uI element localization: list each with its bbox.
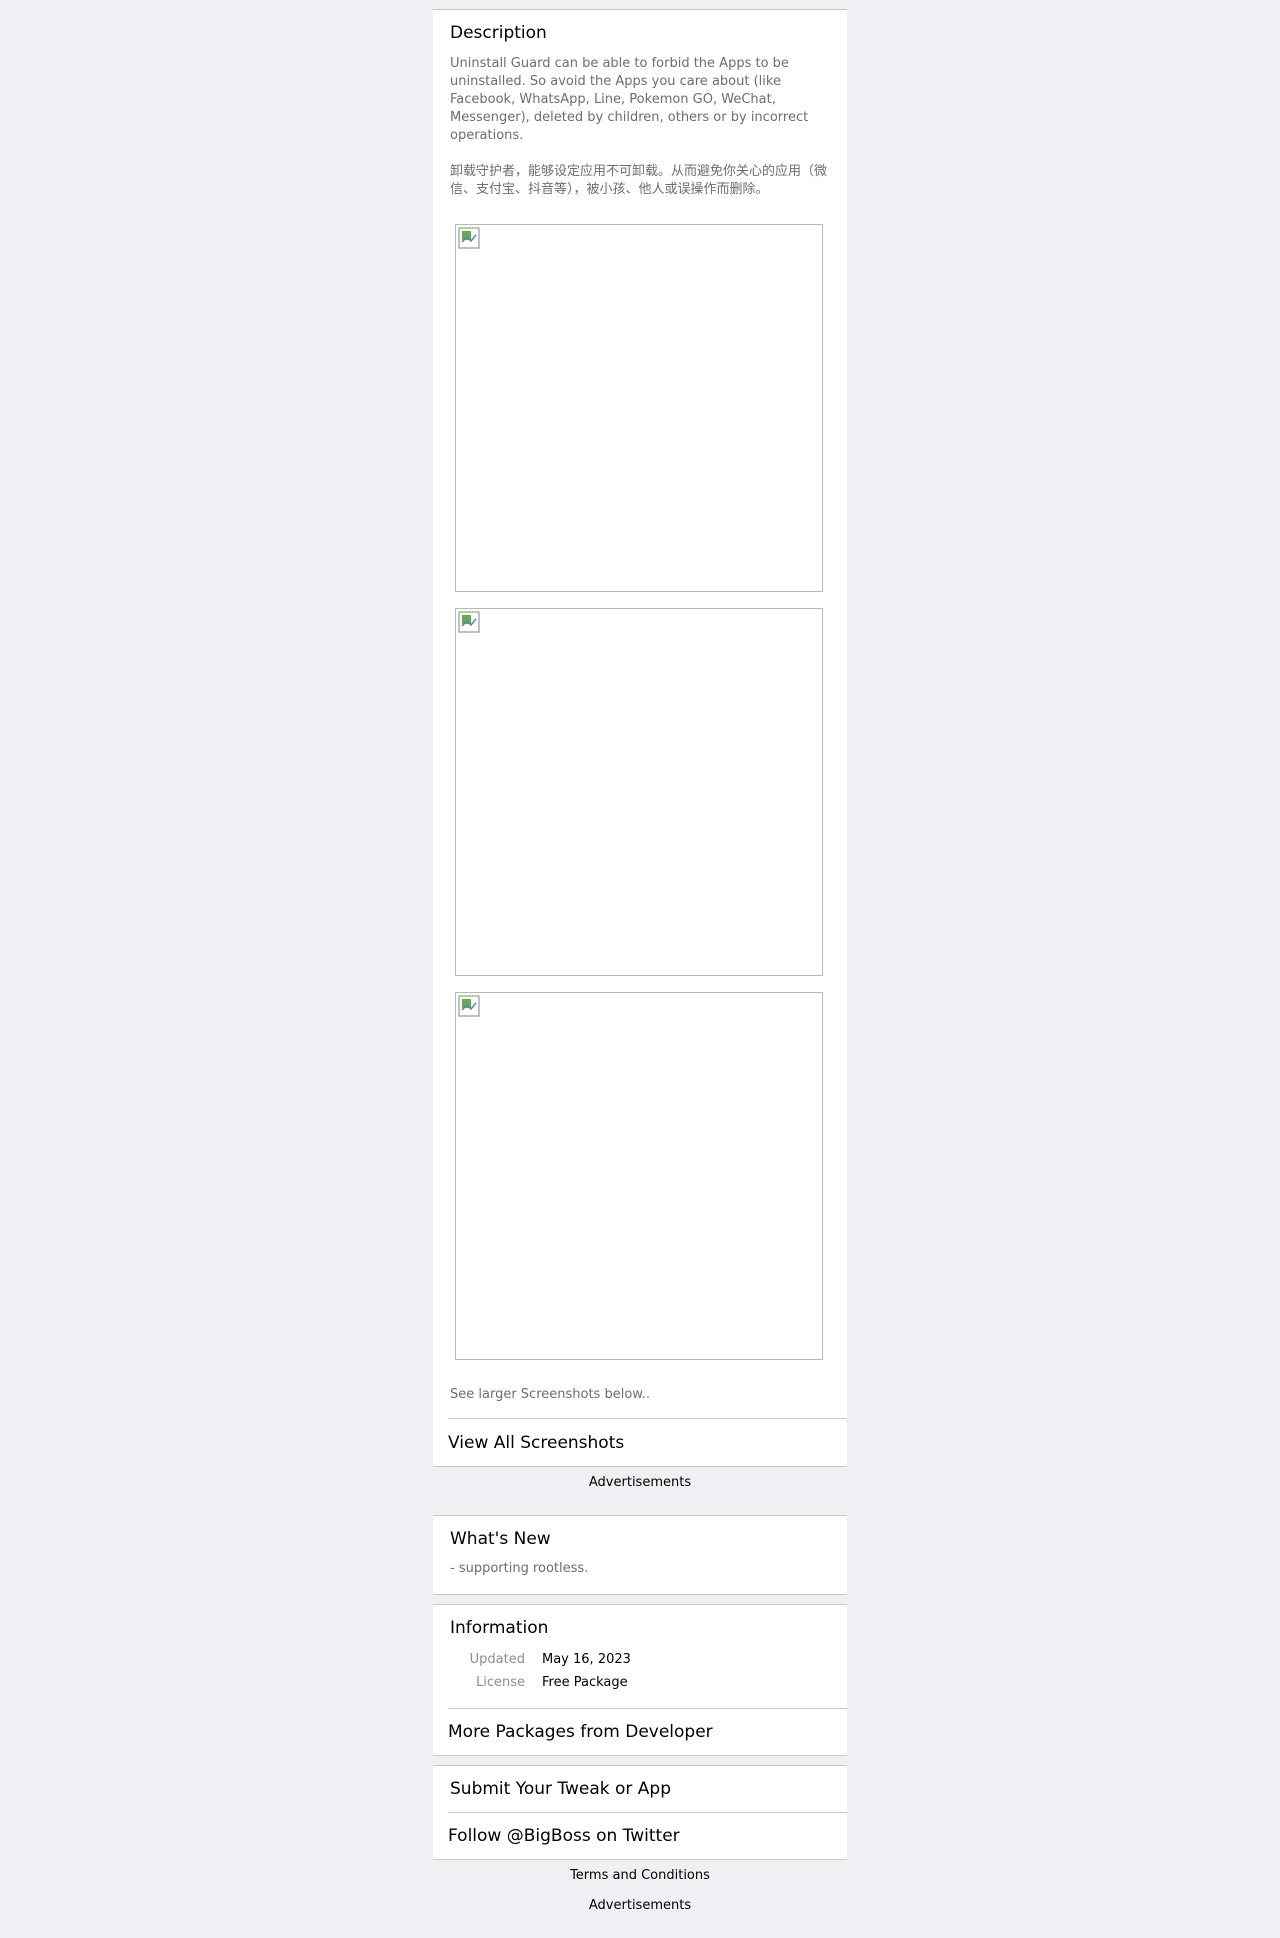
information-title: Information [450, 1618, 549, 1638]
info-row-license: License Free Package [433, 1674, 847, 1697]
whats-new-title: What's New [450, 1529, 551, 1549]
information-table: Updated May 16, 2023 License Free Packag… [433, 1651, 847, 1697]
screenshot-2[interactable] [455, 608, 823, 976]
info-value: May 16, 2023 [542, 1652, 631, 1667]
info-row-updated: Updated May 16, 2023 [433, 1651, 847, 1674]
whats-new-card: What's New - supporting rootless. [433, 1515, 847, 1595]
description-card: Description Uninstall Guard can be able … [433, 9, 847, 1467]
description-text-zh: 卸载守护者，能够设定应用不可卸载。从而避免你关心的应用（微信、支付宝、抖音等），… [450, 164, 828, 197]
description-text-en: Uninstall Guard can be able to forbid th… [450, 56, 809, 143]
info-value: Free Package [542, 1675, 628, 1690]
follow-twitter-link[interactable]: Follow @BigBoss on Twitter [433, 1813, 847, 1860]
broken-image-icon [458, 611, 480, 633]
information-card: Information Updated May 16, 2023 License… [433, 1604, 847, 1756]
screenshot-1[interactable] [455, 224, 823, 592]
terms-link[interactable]: Terms and Conditions [433, 1868, 847, 1883]
broken-image-icon [458, 995, 480, 1017]
submit-tweak-link[interactable]: Submit Your Tweak or App [435, 1766, 847, 1813]
whats-new-text: - supporting rootless. [450, 1561, 589, 1576]
links-card: Submit Your Tweak or App Follow @BigBoss… [433, 1765, 847, 1860]
info-key: Updated [469, 1652, 525, 1667]
screenshot-3[interactable] [455, 992, 823, 1360]
see-larger-text: See larger Screenshots below.. [450, 1387, 650, 1402]
broken-image-icon [458, 227, 480, 249]
view-all-divider [448, 1418, 847, 1419]
advertisements-label-bottom: Advertisements [588, 1898, 692, 1913]
more-packages-link[interactable]: More Packages from Developer [433, 1709, 847, 1756]
view-all-screenshots-link[interactable]: View All Screenshots [433, 1420, 847, 1467]
description-title: Description [450, 23, 547, 43]
advertisements-label: Advertisements [588, 1475, 692, 1490]
info-key: License [475, 1675, 525, 1690]
